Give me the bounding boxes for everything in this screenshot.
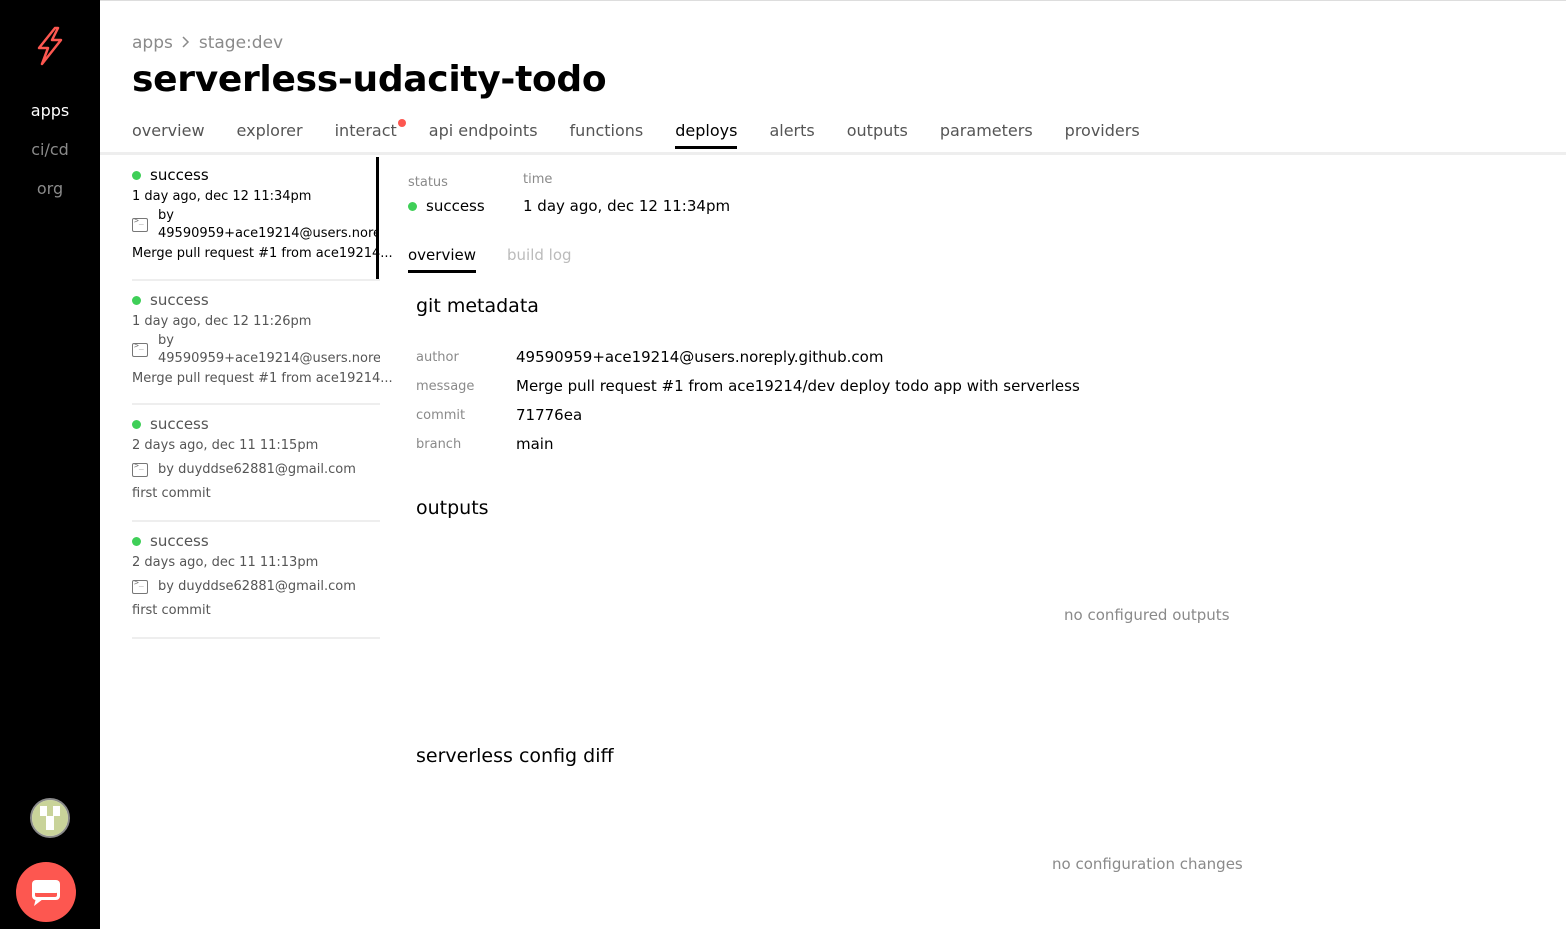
notification-dot <box>397 119 406 127</box>
deploy-item[interactable]: success 1 day ago, dec 12 11:26pm by 495… <box>132 281 393 405</box>
tab-interact-label: interact <box>334 121 397 140</box>
terminal-icon <box>132 461 148 477</box>
sidebar-item-cicd[interactable]: ci/cd <box>0 140 100 159</box>
deploy-by: by <box>158 333 174 348</box>
tab-alerts[interactable]: alerts <box>769 121 814 149</box>
sidebar-item-apps[interactable]: apps <box>0 101 100 120</box>
sidebar: apps ci/cd org <box>0 0 100 929</box>
status-label: status <box>408 175 448 190</box>
tab-outputs[interactable]: outputs <box>847 121 908 149</box>
active-deploy-indicator <box>376 157 379 279</box>
success-dot-icon <box>408 201 417 211</box>
deploy-message: Merge pull request #1 from ace19214... <box>132 371 393 386</box>
breadcrumb-apps[interactable]: apps <box>132 33 173 53</box>
deploy-item[interactable]: success 2 days ago, dec 11 11:13pm by du… <box>132 522 380 639</box>
outputs-empty-note: no configured outputs <box>1064 606 1230 624</box>
deploy-status: success <box>150 532 209 550</box>
deploy-by: by <box>158 208 174 223</box>
page-title: serverless-udacity-todo <box>132 59 607 100</box>
config-diff-empty-note: no configuration changes <box>1052 855 1243 873</box>
deploy-user: by duyddse62881@gmail.com <box>158 579 356 594</box>
deploy-status: success <box>150 166 209 184</box>
tabs-divider <box>100 152 1566 155</box>
deploy-user: by duyddse62881@gmail.com <box>158 462 356 477</box>
chat-icon <box>32 880 60 906</box>
deploy-item[interactable]: success 1 day ago, dec 12 11:34pm by 495… <box>132 157 393 281</box>
commit-value: 71776ea <box>516 406 583 424</box>
deploy-time: 1 day ago, dec 12 11:34pm <box>132 189 312 204</box>
author-value: 49590959+ace19214@users.noreply.github.c… <box>516 348 884 366</box>
deploy-message: first commit <box>132 486 211 501</box>
branch-label: branch <box>416 437 462 452</box>
deploy-user: 49590959+ace19214@users.noreply. <box>158 351 380 366</box>
deploy-time: 2 days ago, dec 11 11:15pm <box>132 438 319 453</box>
chevron-right-icon <box>181 33 191 53</box>
breadcrumb: apps stage:dev <box>132 33 283 53</box>
deploy-time: 2 days ago, dec 11 11:13pm <box>132 555 319 570</box>
sidebar-item-org[interactable]: org <box>0 179 100 198</box>
status-value: success <box>426 197 485 215</box>
outputs-title: outputs <box>416 497 489 519</box>
tab-bar: overview explorer interact api endpoints… <box>132 119 1172 149</box>
message-label: message <box>416 379 475 394</box>
deploy-status: success <box>150 415 209 433</box>
author-label: author <box>416 350 459 365</box>
terminal-icon <box>132 341 148 357</box>
time-label: time <box>523 172 553 187</box>
tab-functions[interactable]: functions <box>570 121 644 149</box>
main-content: apps stage:dev serverless-udacity-todo o… <box>100 0 1566 929</box>
breadcrumb-stage[interactable]: stage:dev <box>199 33 283 53</box>
success-dot-icon <box>132 419 141 429</box>
deploy-message: Merge pull request #1 from ace19214... <box>132 246 393 261</box>
time-value: 1 day ago, dec 12 11:34pm <box>523 197 731 215</box>
tab-overview[interactable]: overview <box>132 121 205 149</box>
message-value: Merge pull request #1 from ace19214/dev … <box>516 377 1080 395</box>
tab-providers[interactable]: providers <box>1065 121 1140 149</box>
branch-value: main <box>516 435 554 453</box>
success-dot-icon <box>132 536 141 546</box>
tab-deploys[interactable]: deploys <box>675 121 738 149</box>
tab-parameters[interactable]: parameters <box>940 121 1033 149</box>
deploy-status: success <box>150 291 209 309</box>
deploy-time: 1 day ago, dec 12 11:26pm <box>132 314 312 329</box>
tab-explorer[interactable]: explorer <box>237 121 303 149</box>
success-dot-icon <box>132 170 141 180</box>
success-dot-icon <box>132 295 141 305</box>
git-metadata-title: git metadata <box>416 295 539 317</box>
subtab-build-log[interactable]: build log <box>507 246 572 264</box>
serverless-logo-icon[interactable] <box>33 26 67 66</box>
deploy-list: success 1 day ago, dec 12 11:34pm by 495… <box>132 157 393 639</box>
chat-button[interactable] <box>16 862 76 922</box>
deploy-message: first commit <box>132 603 211 618</box>
deploy-user: 49590959+ace19214@users.noreply <box>158 226 378 241</box>
terminal-icon <box>132 578 148 594</box>
terminal-icon <box>132 216 148 232</box>
tab-interact[interactable]: interact <box>334 119 406 149</box>
tab-api-endpoints[interactable]: api endpoints <box>429 121 538 149</box>
subtab-overview[interactable]: overview <box>408 246 476 273</box>
deploy-item[interactable]: success 2 days ago, dec 11 11:15pm by du… <box>132 405 380 522</box>
config-diff-title: serverless config diff <box>416 745 614 767</box>
commit-label: commit <box>416 408 466 423</box>
avatar[interactable] <box>30 798 70 838</box>
